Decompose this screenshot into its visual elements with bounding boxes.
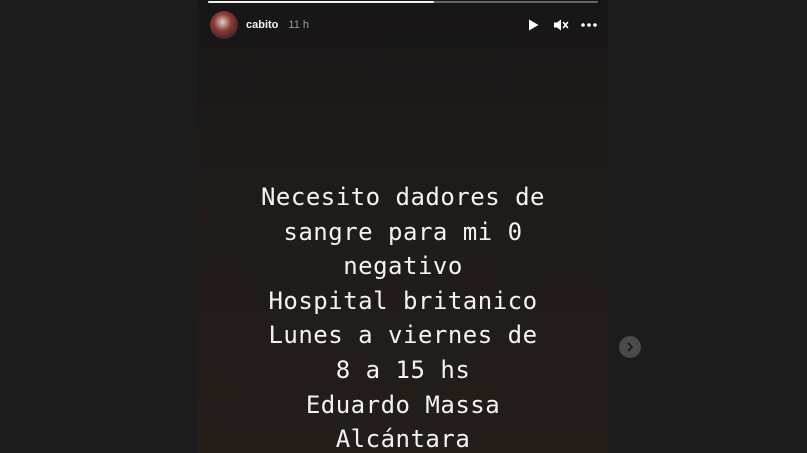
story-text-line: 8 a 15 hs <box>335 355 471 384</box>
story-text-line: Lunes a viernes de <box>268 321 538 350</box>
username[interactable]: cabito <box>246 19 278 31</box>
story-text-line: sangre para mi 0 <box>283 217 523 246</box>
play-icon[interactable] <box>524 16 542 34</box>
story-header: cabito 11 h <box>210 11 598 39</box>
more-options-icon[interactable] <box>580 16 598 34</box>
story-viewer: cabito 11 h Necesito dadores de sangre p… <box>0 0 807 453</box>
story-text-line: negativo <box>343 252 463 281</box>
chevron-right-icon <box>627 342 633 352</box>
story-text-line: Eduardo Massa <box>305 390 501 419</box>
story-card[interactable]: cabito 11 h Necesito dadores de sangre p… <box>198 0 608 453</box>
story-controls <box>524 16 598 34</box>
next-story-button[interactable] <box>619 336 641 358</box>
avatar[interactable] <box>210 11 238 39</box>
story-text-line: Hospital britanico <box>268 286 538 315</box>
muted-speaker-icon[interactable] <box>552 16 570 34</box>
story-text-line: Alcántara <box>335 425 471 453</box>
story-text-line: Necesito dadores de <box>260 183 546 211</box>
story-text: Necesito dadores de sangre para mi 0 neg… <box>198 180 608 453</box>
story-timestamp: 11 h <box>288 19 309 31</box>
story-progress-bar <box>208 1 598 3</box>
story-progress-fill <box>208 1 435 3</box>
